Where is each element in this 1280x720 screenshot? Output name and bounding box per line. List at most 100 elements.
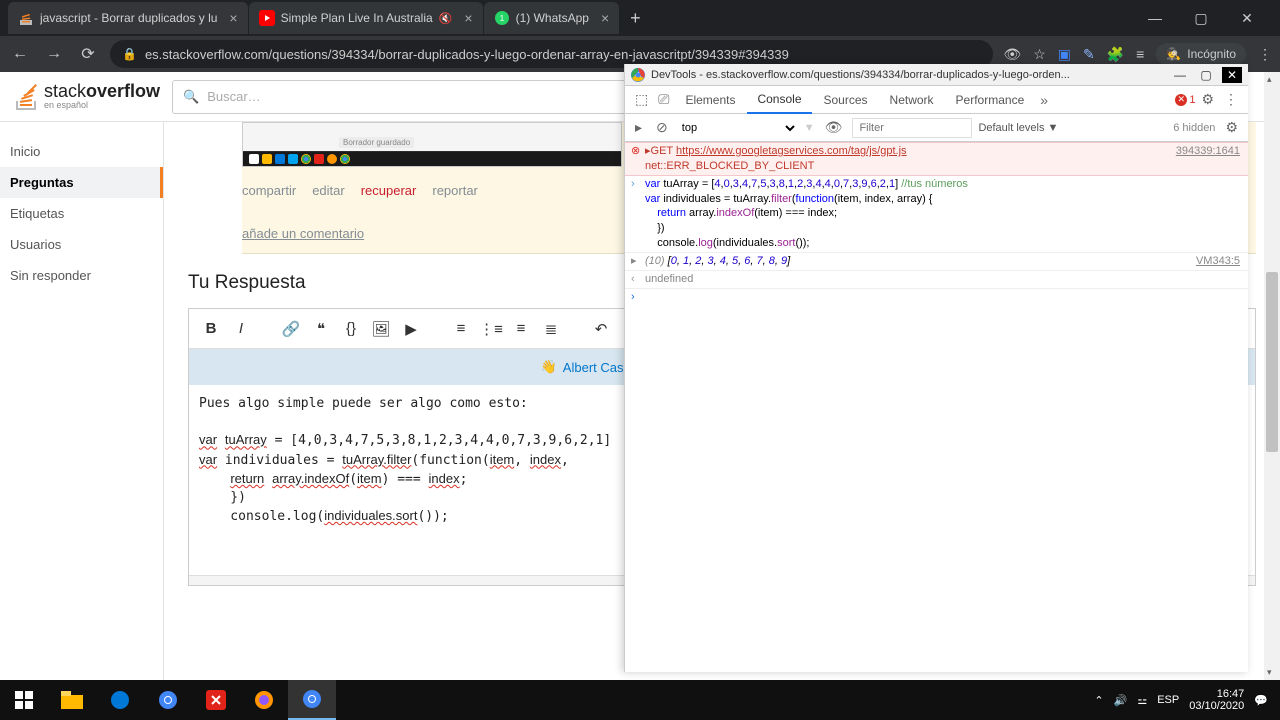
undo-button[interactable]: ↶ — [589, 317, 613, 341]
ol-button[interactable]: ≡ — [449, 317, 473, 341]
console-prompt[interactable]: › — [625, 289, 1248, 291]
star-icon[interactable]: ☆ — [1033, 46, 1046, 63]
code-button[interactable]: {} — [339, 317, 363, 341]
devtools-tabs: ⬚ ⎚ Elements Console Sources Network Per… — [625, 86, 1248, 114]
new-tab-button[interactable]: + — [620, 8, 651, 29]
incognito-icon: 🕵 — [1166, 47, 1181, 61]
image-button[interactable]: 🖼 — [369, 317, 393, 341]
sidebar-item-usuarios[interactable]: Usuarios — [0, 229, 163, 260]
notifications-icon[interactable]: 💬 — [1254, 694, 1268, 707]
language-indicator[interactable]: ESP — [1157, 694, 1179, 706]
console-error-row: ⊗ ▸GET https://www.googletagservices.com… — [625, 142, 1248, 176]
browser-tab-2[interactable]: Simple Plan Live In Australia 🔇 × — [249, 2, 483, 34]
sidebar-item-inicio[interactable]: Inicio — [0, 136, 163, 167]
inspect-icon[interactable]: ⬚ — [631, 91, 652, 108]
browser-tab-bar: javascript - Borrar duplicados y lu × Si… — [0, 0, 1280, 36]
whatsapp-favicon-icon: 1 — [494, 10, 510, 26]
app-icon[interactable] — [192, 680, 240, 720]
page-scrollbar[interactable] — [1264, 72, 1280, 680]
extensions-icon[interactable]: 🧩 — [1107, 46, 1124, 63]
sidebar-item-preguntas[interactable]: Preguntas — [0, 167, 163, 198]
report-link[interactable]: reportar — [432, 183, 478, 198]
heading-button[interactable]: ≡ — [509, 317, 533, 341]
system-tray: ⌃ 🔊 ⚍ ESP 16:47 03/10/2020 💬 — [1094, 688, 1280, 712]
close-icon[interactable]: × — [464, 10, 472, 26]
filter-input[interactable] — [852, 118, 972, 138]
tab-network[interactable]: Network — [880, 87, 944, 113]
edge-icon[interactable] — [96, 680, 144, 720]
levels-select[interactable]: Default levels ▼ — [978, 122, 1058, 134]
italic-button[interactable]: I — [229, 317, 253, 341]
start-button[interactable] — [0, 680, 48, 720]
file-explorer-icon[interactable] — [48, 680, 96, 720]
quote-button[interactable]: ❝ — [309, 317, 333, 341]
hidden-count[interactable]: 6 hidden — [1173, 122, 1215, 134]
recover-link[interactable]: recuperar — [361, 183, 417, 198]
reading-list-icon[interactable]: ≡ — [1136, 46, 1144, 62]
more-tabs-icon[interactable]: » — [1036, 92, 1052, 108]
extension-icon[interactable]: ▣ — [1058, 46, 1071, 63]
error-badge[interactable]: ✕1 — [1175, 94, 1195, 106]
close-icon[interactable]: × — [601, 10, 609, 26]
share-link[interactable]: compartir — [242, 183, 296, 198]
edit-link[interactable]: editar — [312, 183, 345, 198]
chrome-icon — [631, 68, 645, 82]
tab-console[interactable]: Console — [747, 86, 811, 114]
tray-chevron-icon[interactable]: ⌃ — [1094, 694, 1103, 707]
sidebar-item-sinresponder[interactable]: Sin responder — [0, 260, 163, 291]
settings-icon[interactable]: ⚙ — [1197, 91, 1218, 108]
volume-icon[interactable]: 🔊 — [1114, 694, 1128, 707]
console-output: ⊗ ▸GET https://www.googletagservices.com… — [625, 142, 1248, 672]
dt-close[interactable]: ✕ — [1222, 67, 1242, 83]
tab-title: javascript - Borrar duplicados y lu — [40, 11, 217, 25]
menu-icon[interactable]: ⋮ — [1220, 91, 1242, 108]
youtube-favicon-icon — [259, 10, 275, 26]
wifi-icon[interactable]: ⚍ — [1137, 694, 1147, 707]
browser-tab-3[interactable]: 1 (1) WhatsApp × — [484, 2, 620, 34]
close-window-button[interactable]: ✕ — [1230, 10, 1264, 27]
maximize-button[interactable]: ▢ — [1184, 10, 1218, 27]
svg-text:1: 1 — [499, 14, 504, 23]
tab-performance[interactable]: Performance — [946, 87, 1035, 113]
sidebar-item-etiquetas[interactable]: Etiquetas — [0, 198, 163, 229]
mute-icon[interactable]: 🔇 — [439, 12, 453, 25]
scrollbar-thumb[interactable] — [1266, 272, 1278, 452]
eye-off-icon[interactable]: 👁 — [1003, 46, 1021, 63]
link-button[interactable]: 🔗 — [279, 317, 303, 341]
ul-button[interactable]: ⋮≡ — [479, 317, 503, 341]
add-comment-link[interactable]: añade un comentario — [242, 226, 364, 241]
windows-taskbar: ⌃ 🔊 ⚍ ESP 16:47 03/10/2020 💬 — [0, 680, 1280, 720]
search-icon: 🔍 — [183, 89, 199, 105]
dt-minimize[interactable]: — — [1170, 68, 1190, 82]
snippet-button[interactable]: ▶ — [399, 317, 423, 341]
close-icon[interactable]: × — [229, 10, 237, 26]
hr-button[interactable]: ≣ — [539, 317, 563, 341]
tab-sources[interactable]: Sources — [814, 87, 878, 113]
forward-button[interactable]: → — [42, 45, 66, 63]
browser-tab-1[interactable]: javascript - Borrar duplicados y lu × — [8, 2, 248, 34]
dt-maximize[interactable]: ▢ — [1196, 68, 1216, 82]
chrome-icon[interactable] — [144, 680, 192, 720]
clock[interactable]: 16:47 03/10/2020 — [1189, 688, 1244, 712]
firefox-icon[interactable] — [240, 680, 288, 720]
eye-icon[interactable]: 👁 — [821, 119, 847, 136]
clear-console-icon[interactable]: ⊘ — [652, 119, 672, 136]
reload-button[interactable]: ⟳ — [76, 44, 100, 64]
device-icon[interactable]: ⎚ — [654, 91, 673, 108]
bold-button[interactable]: B — [199, 317, 223, 341]
gear-icon[interactable]: ⚙ — [1221, 119, 1242, 136]
context-select[interactable]: top — [678, 121, 798, 135]
extension-icon[interactable]: ✎ — [1083, 46, 1095, 63]
wave-icon: 👋 — [541, 359, 557, 375]
toggle-drawer-icon[interactable]: ▸ — [631, 119, 646, 136]
menu-icon[interactable]: ⋮ — [1258, 46, 1272, 63]
chrome-active-icon[interactable] — [288, 680, 336, 720]
minimize-button[interactable]: — — [1138, 10, 1172, 27]
so-logo[interactable]: stackoverflow en español — [12, 82, 160, 112]
window-controls: — ▢ ✕ — [1138, 10, 1272, 27]
lock-icon: 🔒 — [122, 47, 137, 61]
back-button[interactable]: ← — [8, 45, 32, 63]
tab-title: Simple Plan Live In Australia — [281, 11, 433, 25]
stackoverflow-favicon-icon — [18, 10, 34, 26]
tab-elements[interactable]: Elements — [675, 87, 745, 113]
